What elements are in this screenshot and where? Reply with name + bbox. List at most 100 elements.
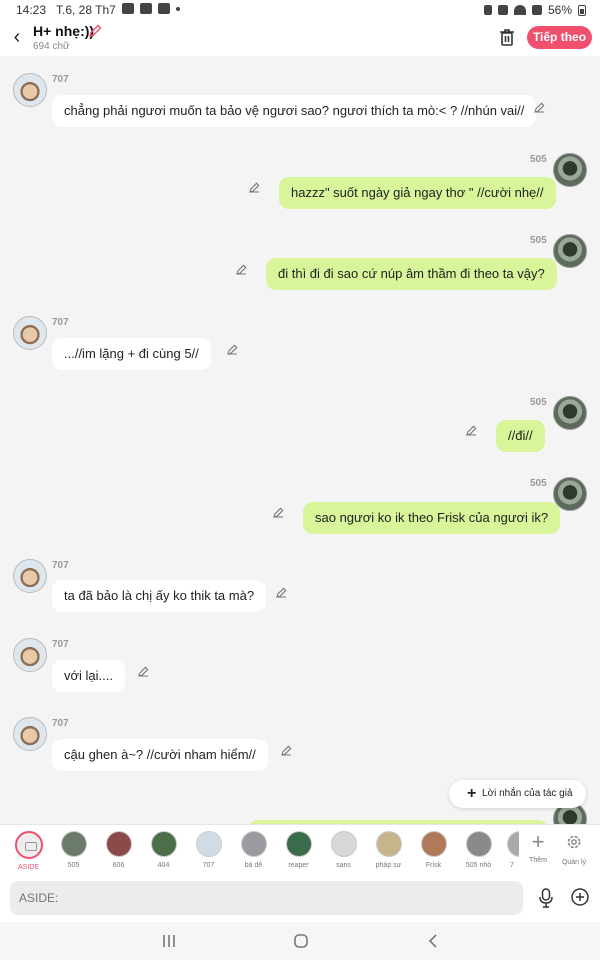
character-606[interactable]: 606 — [96, 829, 141, 875]
character-sans[interactable]: sans — [321, 829, 366, 875]
character-reaper[interactable]: reaper — [276, 829, 321, 875]
sender-name: 707 — [52, 639, 69, 650]
message-bubble[interactable]: ta đã bảo là chị ấy ko thik ta mà? — [52, 580, 267, 612]
character-avatar — [195, 831, 222, 857]
character-name: sans — [336, 862, 351, 869]
message-bubble[interactable]: cậu ghen à~? //cười nham hiểm// — [52, 739, 268, 771]
sender-name: 707 — [52, 718, 69, 729]
wifi-icon — [513, 5, 526, 15]
avatar-707[interactable] — [13, 73, 47, 107]
sender-name: 505 — [530, 478, 547, 489]
message-bubble[interactable]: với lại.... — [52, 660, 125, 692]
edit-message-icon[interactable] — [465, 424, 478, 437]
sender-name: 707 — [52, 317, 69, 328]
edit-message-icon[interactable] — [137, 665, 150, 678]
character-aside[interactable]: ASIDE — [6, 829, 51, 875]
edit-message-icon[interactable] — [275, 586, 288, 599]
trash-icon[interactable] — [497, 27, 517, 47]
character-avatar — [150, 831, 177, 857]
sender-name: 707 — [52, 74, 69, 85]
edit-message-icon[interactable] — [280, 744, 293, 757]
avatar-707[interactable] — [13, 638, 47, 672]
character-phap-su[interactable]: pháp sư — [366, 829, 411, 875]
edit-message-icon[interactable] — [235, 263, 248, 276]
avatar-707[interactable] — [13, 717, 47, 751]
edit-title-icon[interactable] — [87, 23, 103, 39]
character-name: pháp sư — [375, 862, 402, 869]
message-bubble[interactable]: //đi// — [496, 420, 545, 452]
character-avatar — [465, 831, 492, 857]
status-bar: 14:23 T.6, 28 Th7 56% — [0, 0, 600, 20]
aside-icon — [14, 831, 43, 859]
character-404[interactable]: 404 — [141, 829, 186, 875]
system-nav-bar — [0, 922, 600, 960]
message-input[interactable] — [10, 881, 523, 915]
sender-name: 505 — [530, 397, 547, 408]
avatar-505[interactable] — [553, 396, 587, 430]
character-505-nho[interactable]: 505 nhỏ — [456, 829, 501, 875]
message-bubble[interactable]: ...//im lặng + đi cùng 5// — [52, 338, 211, 370]
character-name: 404 — [157, 862, 170, 869]
character-ba-de[interactable]: bà dê — [231, 829, 276, 875]
sender-name: 707 — [52, 560, 69, 571]
notification-icons — [122, 3, 180, 14]
character-frisk[interactable]: Frisk — [411, 829, 456, 875]
avatar-505[interactable] — [553, 153, 587, 187]
message-bubble[interactable]: chẳng phải ngươi muốn ta bảo vệ ngươi sa… — [52, 95, 537, 127]
character-name: reaper — [288, 862, 309, 869]
recent-apps-icon[interactable] — [162, 934, 176, 948]
character-bar: ASIDE 505 606 404 707 bà dê reaper sans … — [0, 824, 600, 876]
avatar-707[interactable] — [13, 316, 47, 350]
gallery-icon — [122, 3, 134, 14]
character-name: 606 — [112, 862, 125, 869]
character-avatar — [60, 831, 87, 857]
battery-icon — [578, 4, 586, 16]
add-character-button[interactable]: + Thêm — [520, 829, 556, 864]
plus-icon: + — [531, 829, 545, 854]
back-nav-icon[interactable] — [427, 934, 439, 948]
character-505[interactable]: 505 — [51, 829, 96, 875]
sender-name: 505 — [530, 154, 547, 165]
manage-button[interactable]: Quản lý — [556, 829, 592, 866]
avatar-505[interactable] — [553, 234, 587, 268]
character-name: 7 — [510, 862, 514, 869]
signal-icon — [531, 5, 542, 15]
zalo-icon — [158, 3, 170, 14]
edit-message-icon[interactable] — [533, 101, 546, 114]
folder-icon — [140, 3, 152, 14]
plus-icon: + — [467, 785, 477, 802]
next-button[interactable]: Tiếp theo — [527, 26, 592, 49]
header: ‹ H+ nhẹ:)) 694 chữ Tiếp theo — [0, 20, 600, 56]
edit-message-icon[interactable] — [226, 343, 239, 356]
battery-text: 56% — [547, 3, 572, 17]
character-name: ASIDE — [17, 864, 39, 871]
character-avatar — [330, 831, 357, 857]
gear-icon — [567, 835, 581, 849]
avatar-707[interactable] — [13, 559, 47, 593]
message-bubble[interactable]: đi thì đi đi sao cứ núp âm thầm đi theo … — [266, 258, 557, 290]
chat-area[interactable]: 707 chẳng phải ngươi muốn ta bảo vệ ngươ… — [0, 56, 600, 824]
character-7[interactable]: 7 — [501, 829, 519, 875]
character-707[interactable]: 707 — [186, 829, 231, 875]
character-name: 505 nhỏ — [465, 862, 492, 869]
composer — [0, 876, 600, 922]
add-circle-icon[interactable] — [571, 888, 589, 906]
message-bubble[interactable]: hazzz" suốt ngày giả ngay thơ " //cười n… — [279, 177, 556, 209]
mute-icon — [497, 5, 508, 15]
back-icon[interactable]: ‹ — [6, 26, 28, 48]
status-date: T.6, 28 Th7 — [56, 3, 116, 17]
manage-label: Quản lý — [561, 859, 587, 866]
edit-message-icon[interactable] — [272, 506, 285, 519]
character-name: bà dê — [244, 862, 263, 869]
author-note-button[interactable]: + Lời nhắn của tác giả — [449, 780, 586, 808]
home-icon[interactable] — [294, 934, 308, 948]
system-icons: 56% — [483, 3, 586, 17]
microphone-icon[interactable] — [538, 888, 554, 908]
word-count: 694 chữ — [33, 41, 70, 52]
character-avatar — [420, 831, 447, 857]
edit-message-icon[interactable] — [248, 181, 261, 194]
message-bubble[interactable]: sao ngươi ko ik theo Frisk của ngươi ik? — [303, 502, 561, 534]
sender-name: 505 — [530, 235, 547, 246]
character-avatar — [375, 831, 402, 857]
character-name: 707 — [202, 862, 215, 869]
